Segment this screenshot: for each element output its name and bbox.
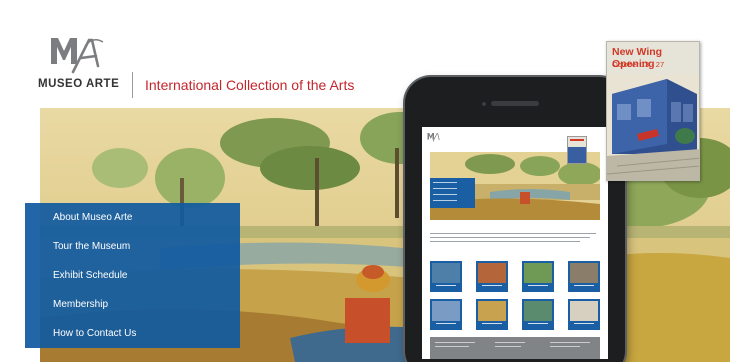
brand-name[interactable]: MUSEO ARTE: [38, 78, 119, 90]
site-title: International Collection of the Arts: [145, 77, 355, 93]
mini-nav: [430, 178, 475, 208]
mini-poster: [567, 136, 587, 164]
mini-text-line: [430, 241, 580, 243]
mini-footer: [430, 337, 600, 359]
mini-text-line: [430, 237, 590, 239]
new-wing-poster[interactable]: New Wing Opening October 13 - 27: [606, 41, 700, 181]
nav-item-about[interactable]: About Museo Arte: [53, 212, 133, 223]
phone-mockup: [405, 77, 625, 362]
page: MUSEO ARTE International Collection of t…: [0, 0, 730, 362]
mini-logo-icon: [427, 133, 440, 142]
museo-arte-logo-icon[interactable]: [49, 34, 105, 74]
poster-dates: October 13 - 27: [612, 60, 665, 69]
building-illustration-image: [607, 74, 699, 180]
nav-item-contact[interactable]: How to Contact Us: [53, 328, 136, 339]
header-divider: [132, 72, 133, 98]
nav-item-exhibits[interactable]: Exhibit Schedule: [53, 270, 128, 281]
main-nav: About Museo Arte Tour the Museum Exhibit…: [25, 203, 240, 348]
nav-item-membership[interactable]: Membership: [53, 299, 108, 310]
phone-speaker: [491, 101, 539, 106]
nav-item-tour[interactable]: Tour the Museum: [53, 241, 130, 252]
phone-camera-icon: [482, 102, 486, 106]
mini-text-line: [430, 233, 596, 235]
phone-screen: [422, 127, 608, 359]
